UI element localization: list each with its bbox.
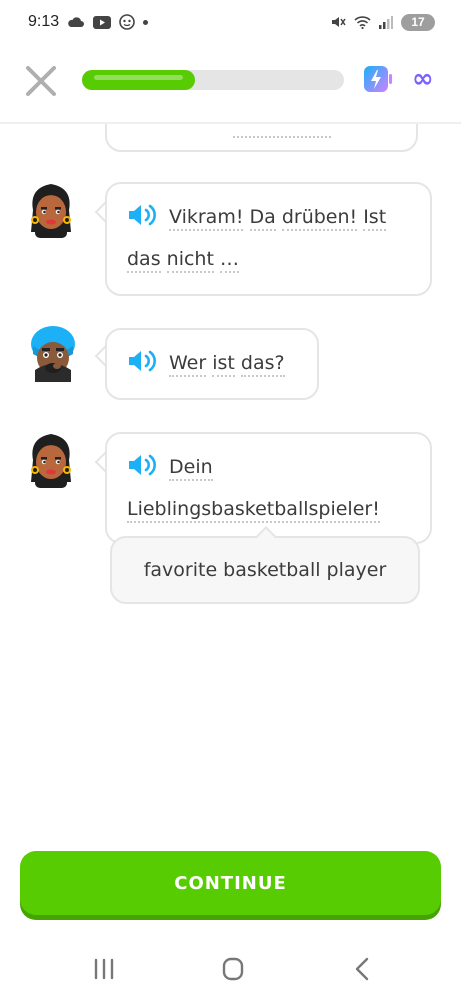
- app-face-icon: [119, 14, 135, 30]
- battery-level: 17: [411, 15, 425, 29]
- word[interactable]: Da: [249, 206, 276, 231]
- translation-tooltip: favorite basketball player: [110, 536, 420, 604]
- continue-button[interactable]: CONTINUE: [20, 851, 441, 915]
- wifi-icon: [354, 16, 371, 29]
- word[interactable]: Dein: [169, 456, 213, 481]
- word[interactable]: drüben!: [281, 206, 358, 231]
- word[interactable]: ist: [212, 352, 235, 377]
- speaker-icon[interactable]: [127, 349, 159, 373]
- word[interactable]: …: [219, 248, 239, 273]
- notification-dot-icon: [143, 19, 149, 25]
- system-nav-bar: [0, 940, 461, 1000]
- word[interactable]: Vikram!: [169, 206, 244, 231]
- home-icon[interactable]: [213, 954, 253, 984]
- message-bubble-2: Wer ist das?: [105, 328, 319, 400]
- speaker-icon[interactable]: [127, 453, 159, 477]
- status-bar: 9:13 17: [0, 0, 461, 44]
- tooltip-text: favorite basketball player: [143, 559, 387, 581]
- recents-icon[interactable]: [84, 954, 124, 984]
- chat-area: Vikram! Da drüben! Ist das nicht … Wer is…: [0, 124, 461, 824]
- mute-icon: [332, 17, 346, 27]
- bea-avatar: [31, 434, 71, 488]
- word[interactable]: das: [127, 248, 161, 273]
- progress-fill: [82, 70, 195, 90]
- word[interactable]: das?: [240, 352, 285, 377]
- lesson-header: ∞: [0, 50, 461, 112]
- infinity-icon[interactable]: ∞: [412, 66, 434, 92]
- previous-message-text: [233, 136, 331, 138]
- word[interactable]: Ist: [363, 206, 387, 231]
- youtube-icon: [93, 15, 112, 29]
- signal-icon: [379, 16, 393, 29]
- progress-bar: [82, 70, 344, 90]
- message-bubble-1: Vikram! Da drüben! Ist das nicht …: [105, 182, 432, 296]
- cloud-icon: [68, 17, 85, 27]
- status-time: 9:13: [28, 13, 60, 30]
- message-bubble-3: Dein Lieblingsbasketballspieler!: [105, 432, 432, 544]
- word-selected[interactable]: Lieblingsbasketballspieler!: [127, 498, 380, 523]
- word[interactable]: Wer: [169, 352, 207, 377]
- battery-indicator: 17: [401, 13, 435, 31]
- word[interactable]: nicht: [166, 248, 214, 273]
- back-icon[interactable]: [342, 954, 382, 984]
- lightning-icon[interactable]: [363, 65, 393, 93]
- vikram-avatar: [31, 326, 75, 382]
- close-icon[interactable]: [22, 62, 60, 100]
- previous-message-bubble: [105, 124, 418, 152]
- speaker-icon[interactable]: [127, 203, 159, 227]
- bea-avatar: [31, 184, 71, 238]
